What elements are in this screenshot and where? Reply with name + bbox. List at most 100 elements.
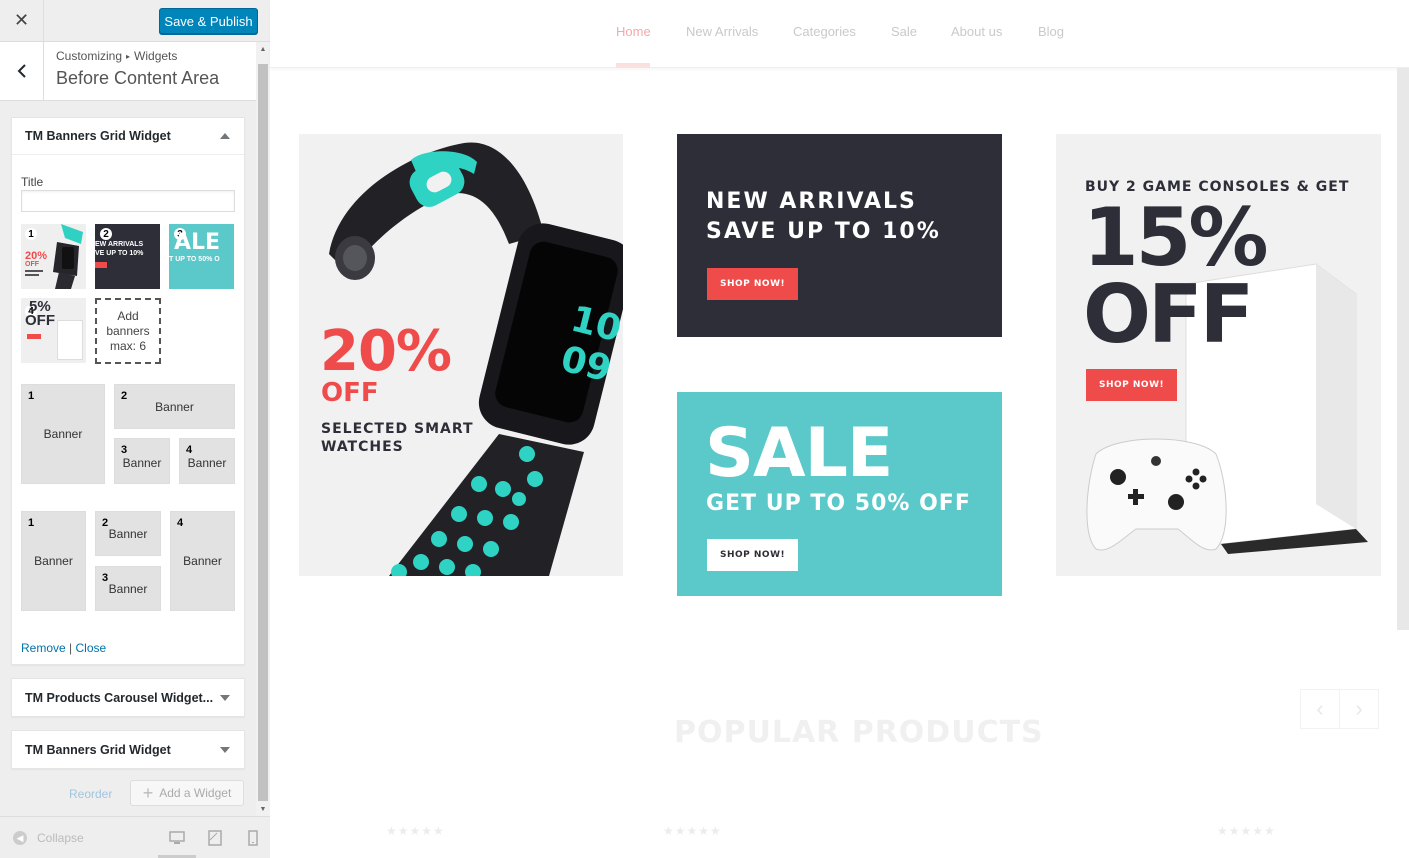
watch-discount: 20% [320, 319, 452, 384]
thumbnail-text: T UP TO 50% O [169, 256, 220, 263]
sidebar-scrollbar[interactable]: ▲ ▼ [256, 42, 270, 816]
banner-number: 4 [177, 517, 184, 529]
expand-arrow-icon[interactable] [220, 747, 230, 753]
scrollbar-thumb[interactable] [258, 64, 268, 801]
customizer-header: ✕ Save & Publish [0, 0, 270, 42]
thumbnail-text: VE UP TO 10% [95, 250, 144, 257]
console-off: OFF [1083, 268, 1254, 361]
title-input[interactable] [21, 190, 235, 212]
carousel-prev-icon[interactable]: ‹ [1300, 689, 1340, 729]
banner-new-arrivals[interactable]: NEW ARRIVALS SAVE UP TO 10% SHOP NOW! [677, 134, 1002, 337]
widget-title: TM Products Carousel Widget... [25, 690, 214, 705]
banner-label: Banner [155, 399, 194, 414]
product-rating-stars: ★★★★★ [386, 824, 445, 838]
preview-scrollbar[interactable] [1397, 68, 1409, 630]
sale-title: SALE [705, 414, 893, 493]
breadcrumb-separator-icon: ▸ [126, 52, 131, 61]
watch-off: OFF [321, 378, 379, 408]
close-link[interactable]: Close [76, 641, 107, 655]
carousel-next-icon[interactable]: › [1339, 689, 1379, 729]
nav-sale[interactable]: Sale [891, 24, 917, 39]
collapse-arrow-icon[interactable] [220, 133, 230, 139]
back-button[interactable] [0, 42, 44, 100]
thumbnail-number: 2 [100, 228, 112, 240]
banner-thumbnail-2[interactable]: 2 EW ARRIVALS VE UP TO 10% [95, 224, 160, 289]
plus-icon: + [142, 782, 154, 803]
banner-thumbnail-1[interactable]: 1 20% OFF [21, 224, 86, 289]
banner-label: Banner [108, 581, 148, 596]
expand-arrow-icon[interactable] [220, 695, 230, 701]
layout1-banner-2[interactable]: 2 Banner [114, 384, 235, 429]
customizer-footer: ◀ Collapse [0, 816, 270, 858]
add-widget-button[interactable]: + Add a Widget [130, 780, 244, 806]
link-separator: | [69, 641, 73, 655]
console-icon [57, 320, 83, 360]
widget-title: TM Banners Grid Widget [25, 129, 171, 143]
banner-number: 1 [28, 517, 35, 529]
console-shop-button[interactable]: SHOP NOW! [1086, 369, 1178, 401]
layout2-banner-4[interactable]: 4 Banner [170, 511, 235, 611]
widget-banners-grid-expanded: TM Banners Grid Widget Title 1 20% OFF 2… [11, 117, 245, 665]
section-header: Customizing ▸ Widgets Before Content Area [0, 42, 256, 101]
nav-about-us[interactable]: About us [951, 24, 1002, 39]
reorder-link[interactable]: Reorder [69, 787, 112, 801]
banner-thumbnail-3[interactable]: 3 ALE T UP TO 50% O [169, 224, 234, 289]
mobile-icon[interactable] [245, 830, 261, 846]
banner-number: 2 [121, 390, 128, 402]
sale-shop-button[interactable]: SHOP NOW! [707, 539, 799, 571]
banner-game-consoles[interactable]: BUY 2 GAME CONSOLES & GET 15% OFF SHOP N… [1056, 134, 1381, 576]
widget-products-carousel[interactable]: TM Products Carousel Widget... [11, 678, 245, 717]
banner-smart-watches[interactable]: 10 09 20% OFF SELECTED SMART WATCHES [299, 134, 623, 576]
site-preview: Home New Arrivals Categories Sale About … [270, 0, 1409, 858]
banner-label: Banner [122, 456, 162, 470]
banner-number: 3 [121, 444, 128, 456]
layout2-banner-3[interactable]: 3 Banner [95, 566, 161, 611]
desktop-icon[interactable] [169, 830, 185, 846]
customizer-sidebar: ✕ Save & Publish Customizing ▸ Widgets Bef… [0, 0, 270, 858]
nav-active-indicator [616, 63, 650, 68]
layout1-banner-1[interactable]: 1 Banner [21, 384, 105, 484]
save-publish-button[interactable]: Save & Publish [159, 8, 258, 34]
chevron-left-icon [17, 64, 26, 78]
banner-sale[interactable]: SALE GET UP TO 50% OFF SHOP NOW! [677, 392, 1002, 596]
widget-header[interactable]: TM Products Carousel Widget... [12, 679, 244, 716]
collapse-arrow-icon: ◀ [13, 831, 27, 845]
widget-header[interactable]: TM Banners Grid Widget [12, 118, 244, 155]
widget-actions: Remove | Close [21, 641, 106, 655]
add-banner-button[interactable]: Add banners max: 6 [95, 298, 161, 364]
banner-label: Banner [187, 456, 227, 470]
layout2-banner-1[interactable]: 1 Banner [21, 511, 86, 611]
banner-label: Banner [108, 526, 148, 541]
widget-banners-grid-collapsed[interactable]: TM Banners Grid Widget [11, 730, 245, 769]
thumbnail-shop-button [95, 262, 107, 268]
nav-new-arrivals[interactable]: New Arrivals [686, 24, 758, 39]
thumbnail-number: 1 [25, 228, 37, 240]
collapse-button[interactable]: ◀ Collapse [13, 831, 84, 845]
main-navigation: Home New Arrivals Categories Sale About … [270, 0, 1409, 68]
arrivals-shop-button[interactable]: SHOP NOW! [707, 268, 799, 300]
layout1-banner-4[interactable]: 4 Banner [179, 438, 235, 484]
widget-header[interactable]: TM Banners Grid Widget [12, 731, 244, 768]
product-rating-stars: ★★★★★ [1217, 824, 1276, 838]
close-icon[interactable]: ✕ [0, 0, 44, 41]
banner-label: Banner [34, 554, 73, 568]
nav-home[interactable]: Home [616, 24, 651, 39]
arrivals-line-1: NEW ARRIVALS [706, 189, 917, 214]
breadcrumb: Customizing ▸ Widgets [56, 49, 177, 63]
nav-blog[interactable]: Blog [1038, 24, 1064, 39]
scroll-down-icon[interactable]: ▼ [256, 802, 270, 816]
sale-subtitle: GET UP TO 50% OFF [706, 491, 971, 516]
nav-categories[interactable]: Categories [793, 24, 856, 39]
layout2-banner-2[interactable]: 2 Banner [95, 511, 161, 556]
tablet-icon[interactable] [207, 830, 223, 846]
scroll-up-icon[interactable]: ▲ [256, 42, 270, 56]
banner-number: 4 [186, 444, 193, 456]
banner-thumbnail-4[interactable]: 4 5% OFF [21, 298, 86, 363]
banner-number: 1 [28, 390, 35, 402]
thumbnail-text: OFF [25, 312, 55, 329]
layout1-banner-3[interactable]: 3 Banner [114, 438, 170, 484]
banner-label: Banner [43, 427, 83, 441]
thumbnail-text: EW ARRIVALS [95, 241, 144, 248]
remove-link[interactable]: Remove [21, 641, 66, 655]
breadcrumb-root: Customizing [56, 49, 123, 63]
